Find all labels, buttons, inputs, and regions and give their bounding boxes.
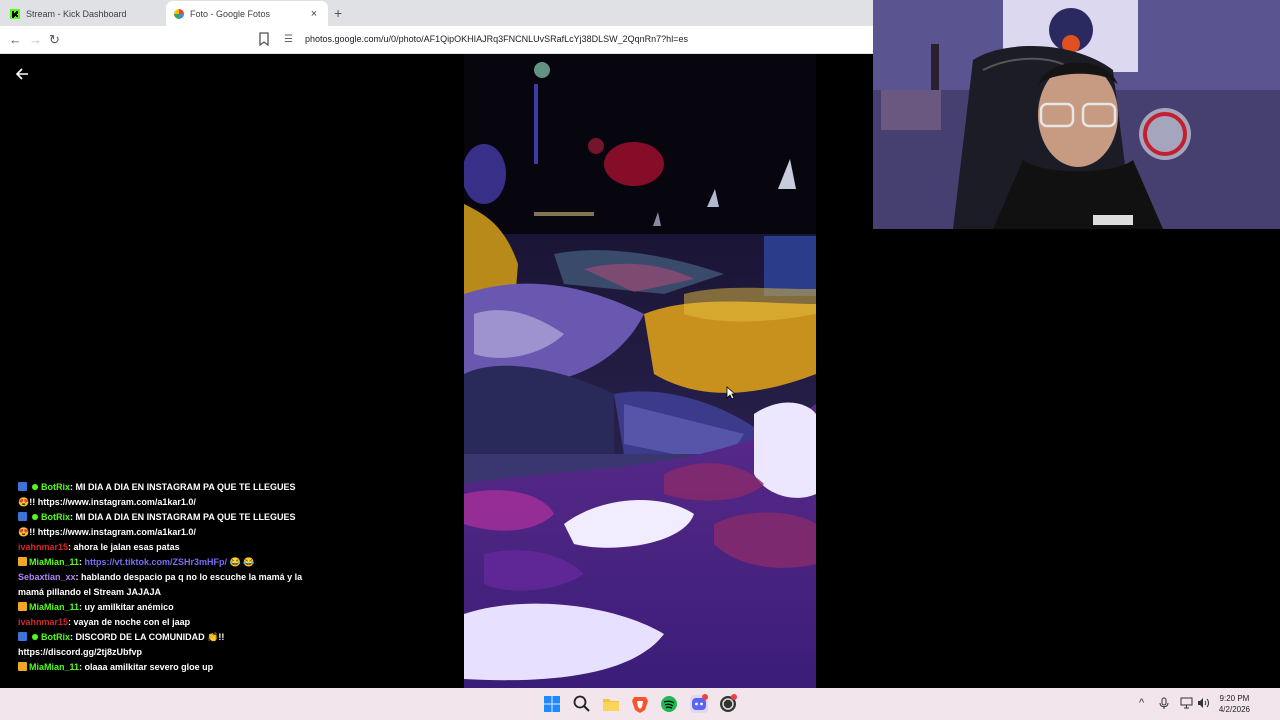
chat-text: : vayan de noche con el jaap bbox=[68, 617, 191, 627]
webcam-scene bbox=[873, 0, 1280, 229]
browser-tab-bar: Stream - Kick Dashboard Foto - Google Fo… bbox=[0, 0, 873, 26]
bot-badge-icon bbox=[32, 634, 38, 640]
kick-badge-icon bbox=[18, 482, 27, 491]
chat-message: MiaMian_11: olaaa amilkitar severo gloe … bbox=[18, 660, 308, 675]
chat-username[interactable]: BotRix bbox=[41, 512, 70, 522]
windows-start-icon[interactable] bbox=[542, 694, 562, 714]
sub-badge-icon bbox=[18, 602, 27, 611]
new-tab-button[interactable]: + bbox=[334, 5, 342, 21]
chat-username[interactable]: ivahnmar15 bbox=[18, 542, 68, 552]
reload-icon[interactable]: ↻ bbox=[49, 32, 60, 48]
kick-favicon-icon bbox=[10, 8, 20, 19]
chat-username[interactable]: BotRix bbox=[41, 482, 70, 492]
search-icon[interactable] bbox=[572, 694, 592, 714]
kick-badge-icon bbox=[18, 512, 27, 521]
chat-link[interactable]: https://vt.tiktok.com/ZSHr3mHFp/ bbox=[85, 557, 228, 567]
back-arrow-icon[interactable]: ← bbox=[9, 32, 22, 47]
tray-chevron-icon[interactable]: ^ bbox=[1139, 697, 1144, 709]
chat-username[interactable]: ivahnmar15 bbox=[18, 617, 68, 627]
chat-message: BotRix: MI DIA A DIA EN INSTAGRAM PA QUE… bbox=[18, 480, 308, 510]
spotify-icon[interactable] bbox=[659, 694, 679, 714]
chat-message: MiaMian_11: uy amilkitar anémico bbox=[18, 600, 308, 615]
chat-username[interactable]: MiaMian_11 bbox=[29, 557, 79, 567]
chat-emotes: 😂 😂 bbox=[227, 557, 255, 567]
sub-badge-icon bbox=[18, 662, 27, 671]
tab-label: Foto - Google Fotos bbox=[190, 8, 271, 19]
chat-message: ivahnmar15: ahora le jalan esas patas bbox=[18, 540, 308, 555]
bot-badge-icon bbox=[32, 514, 38, 520]
kick-badge-icon bbox=[18, 632, 27, 641]
sub-badge-icon bbox=[18, 557, 27, 566]
webcam-overlay bbox=[873, 0, 1280, 229]
volume-icon[interactable] bbox=[1197, 697, 1210, 709]
chat-username[interactable]: MiaMian_11 bbox=[29, 662, 79, 672]
address-bar[interactable]: photos.google.com/u/0/photo/AF1QipOKHIAJ… bbox=[305, 34, 688, 44]
chat-message: ivahnmar15: vayan de noche con el jaap bbox=[18, 615, 308, 630]
brave-browser-icon[interactable] bbox=[630, 694, 650, 714]
clock-date: 4/2/2026 bbox=[1218, 705, 1250, 714]
chat-username[interactable]: MiaMian_11 bbox=[29, 602, 79, 612]
chat-message: BotRix: MI DIA A DIA EN INSTAGRAM PA QUE… bbox=[18, 510, 308, 540]
mouse-cursor-icon bbox=[726, 386, 736, 400]
stream-chat: BotRix: MI DIA A DIA EN INSTAGRAM PA QUE… bbox=[18, 480, 308, 675]
tab-label: Stream - Kick Dashboard bbox=[26, 8, 127, 19]
obs-icon[interactable] bbox=[718, 694, 738, 714]
forward-arrow-icon[interactable]: → bbox=[29, 32, 42, 47]
chat-message: Sebaxtian_xx: hablando despacio pa q no … bbox=[18, 570, 308, 600]
chat-message: BotRix: DISCORD DE LA COMUNIDAD 👏!! http… bbox=[18, 630, 308, 660]
site-info-icon[interactable]: ☰ bbox=[284, 34, 293, 45]
bookmark-icon[interactable] bbox=[258, 32, 270, 46]
clock-time: 9:20 PM bbox=[1219, 694, 1250, 703]
chat-username[interactable]: Sebaxtian_xx bbox=[18, 572, 76, 582]
bot-badge-icon bbox=[32, 484, 38, 490]
chat-text: : uy amilkitar anémico bbox=[79, 602, 174, 612]
chat-text: : ahora le jalan esas patas bbox=[68, 542, 180, 552]
close-tab-icon[interactable]: × bbox=[308, 8, 320, 20]
microphone-icon[interactable] bbox=[1159, 697, 1169, 710]
discord-icon[interactable] bbox=[689, 694, 709, 714]
chat-username[interactable]: BotRix bbox=[41, 632, 70, 642]
network-icon[interactable] bbox=[1180, 697, 1193, 709]
photo-back-icon[interactable] bbox=[14, 66, 30, 82]
photo-scene bbox=[464, 54, 816, 688]
chat-message: MiaMian_11: https://vt.tiktok.com/ZSHr3m… bbox=[18, 555, 308, 570]
photo-image[interactable] bbox=[464, 54, 816, 688]
browser-toolbar: ← → ↻ ☰ photos.google.com/u/0/photo/AF1Q… bbox=[0, 26, 873, 54]
windows-taskbar: ^ 9:20 PM 4/2/2026 bbox=[0, 688, 1280, 720]
google-photos-favicon-icon bbox=[174, 8, 184, 19]
tab-google-photos[interactable]: Foto - Google Fotos × bbox=[166, 1, 328, 26]
tab-kick-dashboard[interactable]: Stream - Kick Dashboard bbox=[2, 1, 164, 26]
file-explorer-icon[interactable] bbox=[601, 694, 621, 714]
chat-text: : olaaa amilkitar severo gloe up bbox=[79, 662, 214, 672]
system-clock[interactable]: 9:20 PM 4/2/2026 bbox=[1219, 693, 1250, 715]
